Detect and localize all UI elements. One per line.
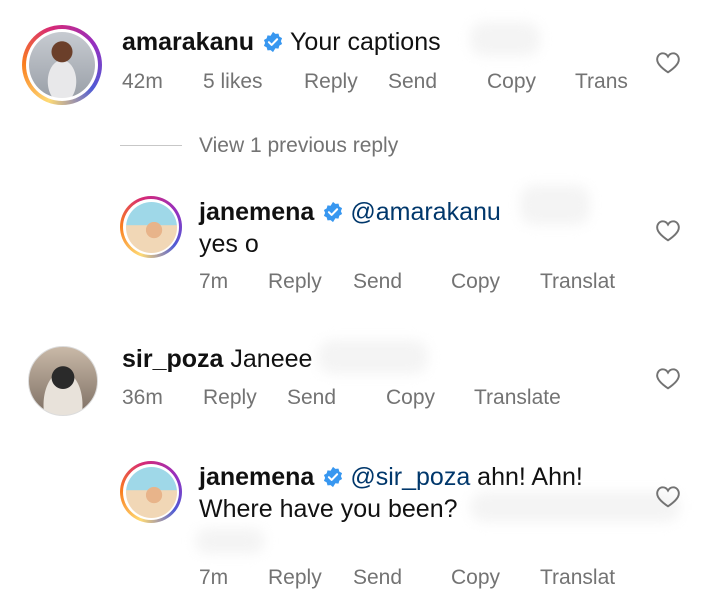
view-previous-replies-button[interactable]: View 1 previous reply	[199, 134, 398, 158]
reply-button[interactable]: Reply	[203, 386, 257, 410]
blurred-region	[195, 528, 265, 554]
blurred-region	[520, 185, 590, 225]
heart-icon[interactable]	[655, 366, 681, 390]
copy-button[interactable]: Copy	[487, 70, 536, 94]
copy-button[interactable]: Copy	[451, 566, 500, 590]
reply-button[interactable]: Reply	[268, 566, 322, 590]
heart-icon[interactable]	[655, 484, 681, 508]
blurred-region	[318, 340, 428, 374]
comment-text: Where have you been?	[199, 495, 458, 523]
blurred-region	[470, 22, 540, 56]
comment-text: Your captions	[290, 28, 441, 56]
verified-badge-icon	[324, 201, 343, 223]
translate-button[interactable]: Translate	[474, 386, 561, 410]
comment-1-meta: 42m 5 likes Reply Send Copy Trans	[0, 70, 720, 96]
comment-4-meta: 7m Reply Send Copy Translat	[0, 566, 720, 592]
translate-button[interactable]: Trans	[575, 70, 628, 94]
mention-link[interactable]: @amarakanu	[350, 198, 500, 226]
reply-button[interactable]: Reply	[304, 70, 358, 94]
comment-text: Janeee	[230, 345, 313, 373]
verified-badge-icon	[324, 466, 343, 488]
comment-3-meta: 36m Reply Send Copy Translate	[0, 386, 720, 412]
comment-4-line: janemena @sir_poza ahn! Ahn!	[199, 463, 583, 492]
send-button[interactable]: Send	[353, 270, 402, 294]
username-amarakanu[interactable]: amarakanu	[122, 28, 254, 56]
username-sir-poza[interactable]: sir_poza	[122, 345, 223, 373]
verified-badge-icon	[263, 31, 283, 53]
likes-count[interactable]: 5 likes	[203, 70, 263, 94]
send-button[interactable]: Send	[353, 566, 402, 590]
send-button[interactable]: Send	[287, 386, 336, 410]
timestamp: 7m	[199, 270, 229, 293]
copy-button[interactable]: Copy	[386, 386, 435, 410]
send-button[interactable]: Send	[388, 70, 437, 94]
comment-text: yes o	[199, 230, 259, 258]
timestamp: 7m	[199, 566, 229, 589]
comment-text: ahn! Ahn!	[477, 463, 583, 491]
avatar-photo	[125, 466, 177, 518]
translate-button[interactable]: Translat	[540, 566, 615, 590]
timestamp: 42m	[122, 70, 163, 93]
mention-link[interactable]: @sir_poza	[350, 463, 470, 491]
username-janemena[interactable]: janemena	[199, 463, 314, 491]
avatar-janemena[interactable]	[120, 461, 182, 523]
timestamp: 36m	[122, 386, 163, 409]
comment-1-line: amarakanu Your captions	[122, 28, 441, 57]
copy-button[interactable]: Copy	[451, 270, 500, 294]
comment-2-line: janemena @amarakanu	[199, 198, 501, 227]
view-replies-line	[120, 145, 182, 146]
heart-icon[interactable]	[655, 50, 681, 74]
comment-2-meta: 7m Reply Send Copy Translat	[0, 270, 720, 296]
blurred-region	[470, 492, 680, 522]
avatar-photo	[125, 201, 177, 253]
comment-3-line: sir_poza Janeee	[122, 345, 312, 374]
username-janemena[interactable]: janemena	[199, 198, 314, 226]
heart-icon[interactable]	[655, 218, 681, 242]
reply-button[interactable]: Reply	[268, 270, 322, 294]
translate-button[interactable]: Translat	[540, 270, 615, 294]
avatar-janemena[interactable]	[120, 196, 182, 258]
